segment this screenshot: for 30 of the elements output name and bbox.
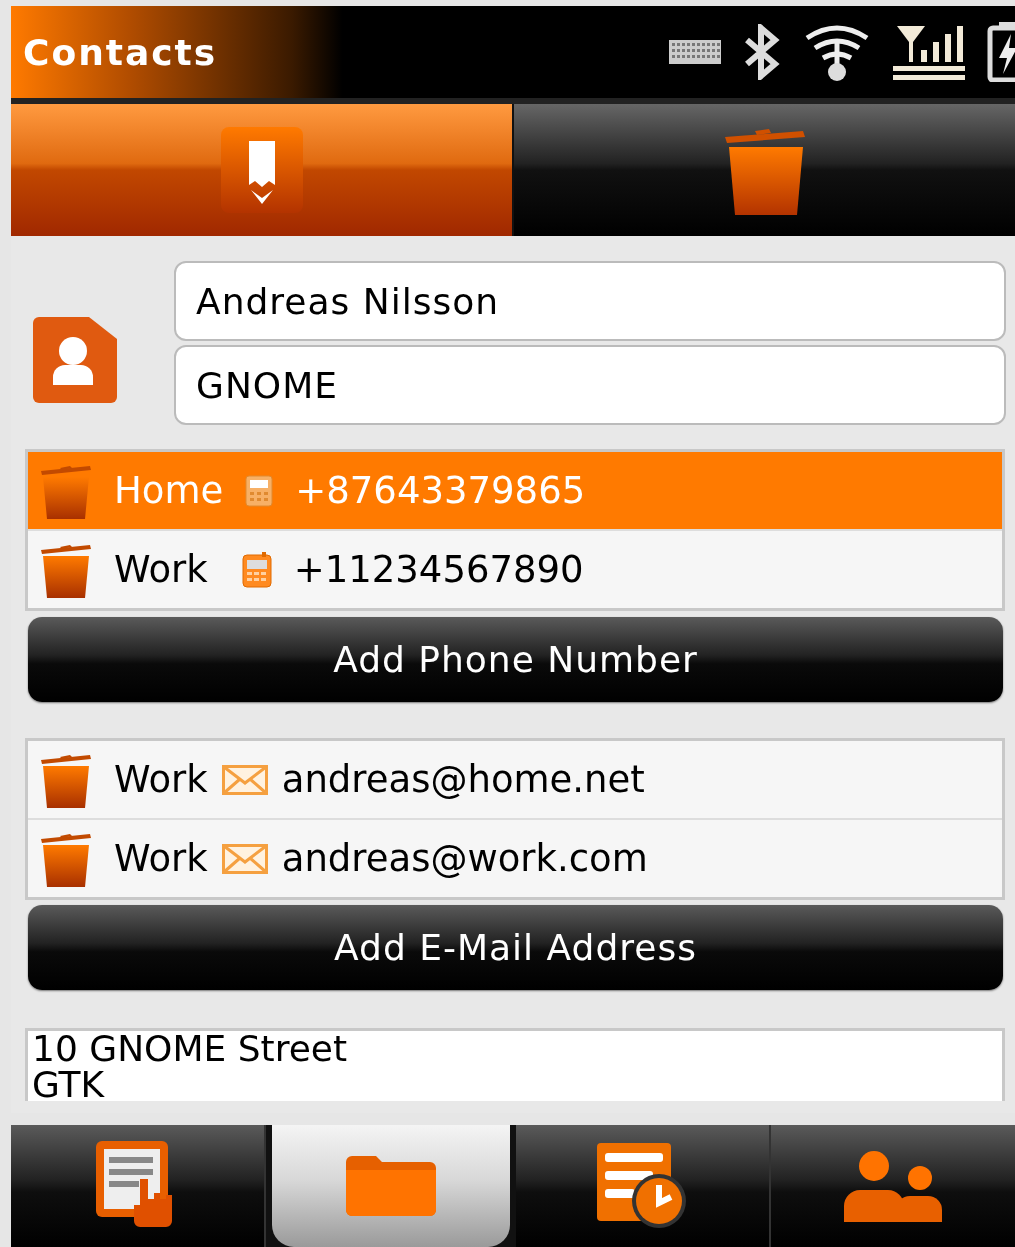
email-address: andreas@home.net [281, 758, 645, 801]
window-title: Contacts [23, 31, 219, 73]
envelope-icon [221, 764, 268, 795]
add-email-button[interactable]: Add E-Mail Address [28, 905, 1003, 990]
contact-card-icon [33, 317, 117, 403]
delete-tab[interactable] [512, 104, 1015, 236]
email-address: andreas@work.com [281, 837, 648, 880]
bluetooth-icon [743, 24, 781, 80]
envelope-icon [221, 843, 268, 874]
wifi-icon [803, 22, 871, 82]
type-label: Work [114, 837, 208, 880]
email-row[interactable]: Work andreas@home.net [28, 741, 1002, 818]
email-row[interactable]: Work andreas@work.com [28, 818, 1002, 897]
address-field[interactable]: 10 GNOME Street GTK [25, 1028, 1005, 1101]
type-label: Work [114, 758, 208, 801]
add-phone-button[interactable]: Add Phone Number [28, 617, 1003, 702]
phone-number: +87643379865 [295, 469, 586, 512]
keyboard-icon [669, 40, 721, 64]
type-label: Work [114, 548, 208, 591]
nav-tab[interactable] [11, 1125, 266, 1247]
type-label: Home [114, 469, 224, 512]
phone-icon [241, 551, 272, 588]
name-field[interactable]: Andreas Nilsson [174, 261, 1006, 341]
name-field[interactable]: GNOME [174, 345, 1006, 425]
phone-row[interactable]: Work +11234567890 [28, 529, 1002, 608]
edit-tab[interactable] [11, 104, 512, 236]
battery-icon [987, 22, 1015, 82]
edit-icon [220, 127, 303, 213]
phone-number: +11234567890 [293, 548, 584, 591]
phone-icon [245, 474, 274, 507]
